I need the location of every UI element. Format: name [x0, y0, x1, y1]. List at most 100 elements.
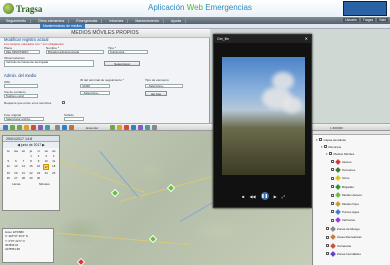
layer-tool-icon[interactable] — [62, 125, 67, 130]
next-month-icon[interactable]: ▶ — [41, 143, 45, 147]
view-photo-button[interactable]: Ver foto — [145, 91, 167, 96]
layer-item[interactable]: Aéreos — [331, 158, 352, 165]
layer-checkbox[interactable] — [326, 235, 329, 239]
minute-select[interactable]: Minutos — [39, 182, 50, 186]
zoom-out-icon[interactable] — [17, 125, 22, 130]
video-frame[interactable] — [222, 57, 305, 175]
zoom-extent-label[interactable]: Extender — [86, 126, 98, 130]
photo-file-input[interactable]: Seleccionar archivo — [4, 117, 44, 121]
layer-item[interactable]: Medios Fijos — [331, 200, 359, 207]
measure-tool-icon[interactable] — [31, 125, 36, 130]
calendar-day[interactable]: 10 — [43, 159, 50, 163]
layer-checkbox[interactable] — [331, 176, 334, 180]
forward-icon[interactable]: ▶ — [274, 194, 277, 199]
calendar-day[interactable]: 12 — [5, 164, 12, 170]
issi-field[interactable] — [4, 84, 38, 88]
layer-checkbox[interactable] — [331, 210, 334, 214]
map-marker-brigade[interactable] — [110, 188, 120, 198]
calendar-day[interactable]: 7 — [20, 159, 27, 163]
close-icon[interactable]: ✕ — [305, 35, 308, 43]
menu-item-seguimiento[interactable]: Seguimiento — [2, 18, 31, 23]
calendar-day[interactable]: 17 — [42, 164, 50, 170]
calendar-day[interactable]: 6 — [13, 159, 20, 163]
pan-tool-icon[interactable] — [3, 125, 8, 130]
play-pause-icon[interactable]: ❚❚ — [260, 192, 269, 200]
uploaded-field[interactable] — [64, 117, 84, 121]
layer-item[interactable]: Puntos Agua — [331, 208, 359, 215]
calendar-day[interactable]: 25 — [50, 171, 57, 175]
search-tool-icon[interactable] — [145, 125, 150, 130]
calendar-day[interactable]: 16 — [35, 164, 42, 170]
calendar-day[interactable]: 15 — [28, 164, 35, 170]
layer-root[interactable]: ▾ Capas temáticas — [316, 136, 346, 143]
menu-item-ayuda[interactable]: Ayuda — [167, 18, 187, 23]
kind-select[interactable]: --Seleccione-- — [145, 84, 183, 88]
menu-item-emergencias[interactable]: Emergencias — [72, 18, 103, 23]
via-select[interactable]: Teléfono móvil — [4, 94, 38, 98]
layer-item[interactable]: Brigadas — [331, 183, 354, 190]
calendar-day[interactable]: 26 — [5, 176, 12, 180]
calendar-day[interactable]: 9 — [35, 159, 42, 163]
type-select[interactable]: Autobomba — [108, 50, 148, 54]
calendar-day[interactable]: 28 — [20, 176, 27, 180]
calendar-day[interactable]: 14 — [20, 164, 27, 170]
calendar-day[interactable]: 19 — [5, 171, 12, 175]
calendar-day[interactable]: 3 — [43, 154, 50, 158]
layer-checkbox[interactable] — [331, 168, 334, 172]
kind-sub-select[interactable]: --Seleccione-- — [80, 91, 110, 95]
marker-tool-icon[interactable] — [110, 125, 115, 130]
layer-checkbox[interactable] — [331, 160, 334, 163]
save-tool-icon[interactable] — [131, 125, 136, 130]
calendar-day[interactable]: 27 — [13, 176, 20, 180]
calendar-day[interactable]: 2 — [35, 154, 42, 158]
menu-item-otros[interactable]: Otros elementos — [34, 18, 70, 23]
stop-icon[interactable]: ■ — [242, 194, 244, 199]
calendar-day[interactable]: 5 — [5, 159, 12, 163]
calendar-day[interactable]: 24 — [43, 171, 50, 175]
layer-item[interactable]: Vehículos — [331, 217, 355, 224]
layer-item[interactable]: Medios Aéreos — [331, 192, 362, 199]
layer-checkbox[interactable] — [331, 202, 334, 205]
print-tool-icon[interactable] — [45, 125, 50, 130]
layer-item[interactable]: Carreteras — [326, 242, 351, 249]
layer-item[interactable]: Zonas Inundables — [326, 250, 361, 257]
calendar-day[interactable]: 30 — [35, 176, 42, 180]
select-tool-icon[interactable] — [24, 125, 29, 130]
layer-checkbox[interactable] — [326, 244, 329, 247]
layer-item[interactable]: Terrestres — [331, 166, 355, 173]
map-marker-brigade[interactable] — [166, 183, 176, 193]
layer-checkbox[interactable] — [331, 185, 334, 189]
calendar-day[interactable]: 13 — [13, 164, 20, 170]
calendar-day[interactable]: 4 — [50, 154, 57, 158]
refresh-tool-icon[interactable] — [55, 125, 60, 130]
calendar-day[interactable]: 22 — [28, 171, 35, 175]
rewind-icon[interactable]: ◀◀ — [249, 194, 255, 199]
layer-group-mobile[interactable]: ▾ Medios Móviles — [326, 150, 354, 157]
route-tool-icon[interactable] — [69, 125, 74, 130]
info-tool-icon[interactable] — [38, 125, 43, 130]
hour-select[interactable]: Horas — [12, 182, 20, 186]
delete-tool-icon[interactable] — [124, 125, 129, 130]
calendar-day[interactable]: 29 — [28, 176, 35, 180]
calendar-day[interactable]: 18 — [50, 164, 57, 170]
settings-tool-icon[interactable] — [152, 125, 157, 130]
admin-checkbox[interactable] — [62, 101, 65, 104]
layer-group-resources[interactable]: ▾ Recursos — [321, 143, 341, 150]
logout-button[interactable]: Salir — [377, 18, 388, 22]
calendar-day[interactable]: 20 — [13, 171, 20, 175]
layer-item[interactable]: Zonas de Riesgo — [326, 225, 360, 232]
polygon-tool-icon[interactable] — [117, 125, 122, 130]
layer-checkbox[interactable] — [326, 227, 329, 231]
layer-checkbox[interactable] — [326, 252, 329, 256]
layer-item[interactable]: Otros — [331, 175, 349, 182]
name-field[interactable]: Brigada Helitransportada — [46, 50, 104, 54]
zoom-in-icon[interactable] — [10, 125, 15, 130]
menu-item-informes[interactable]: Informes — [105, 18, 129, 23]
calendar-day[interactable]: 21 — [20, 171, 27, 175]
fullscreen-icon[interactable]: ⤢ — [282, 194, 285, 199]
select-button[interactable]: Seleccionar — [104, 61, 140, 66]
gps-field[interactable]: 41348 — [80, 84, 110, 88]
menu-item-mantenimiento[interactable]: Mantenimiento — [131, 18, 164, 23]
calendar-day[interactable]: 23 — [35, 171, 42, 175]
layer-checkbox[interactable] — [331, 193, 334, 197]
